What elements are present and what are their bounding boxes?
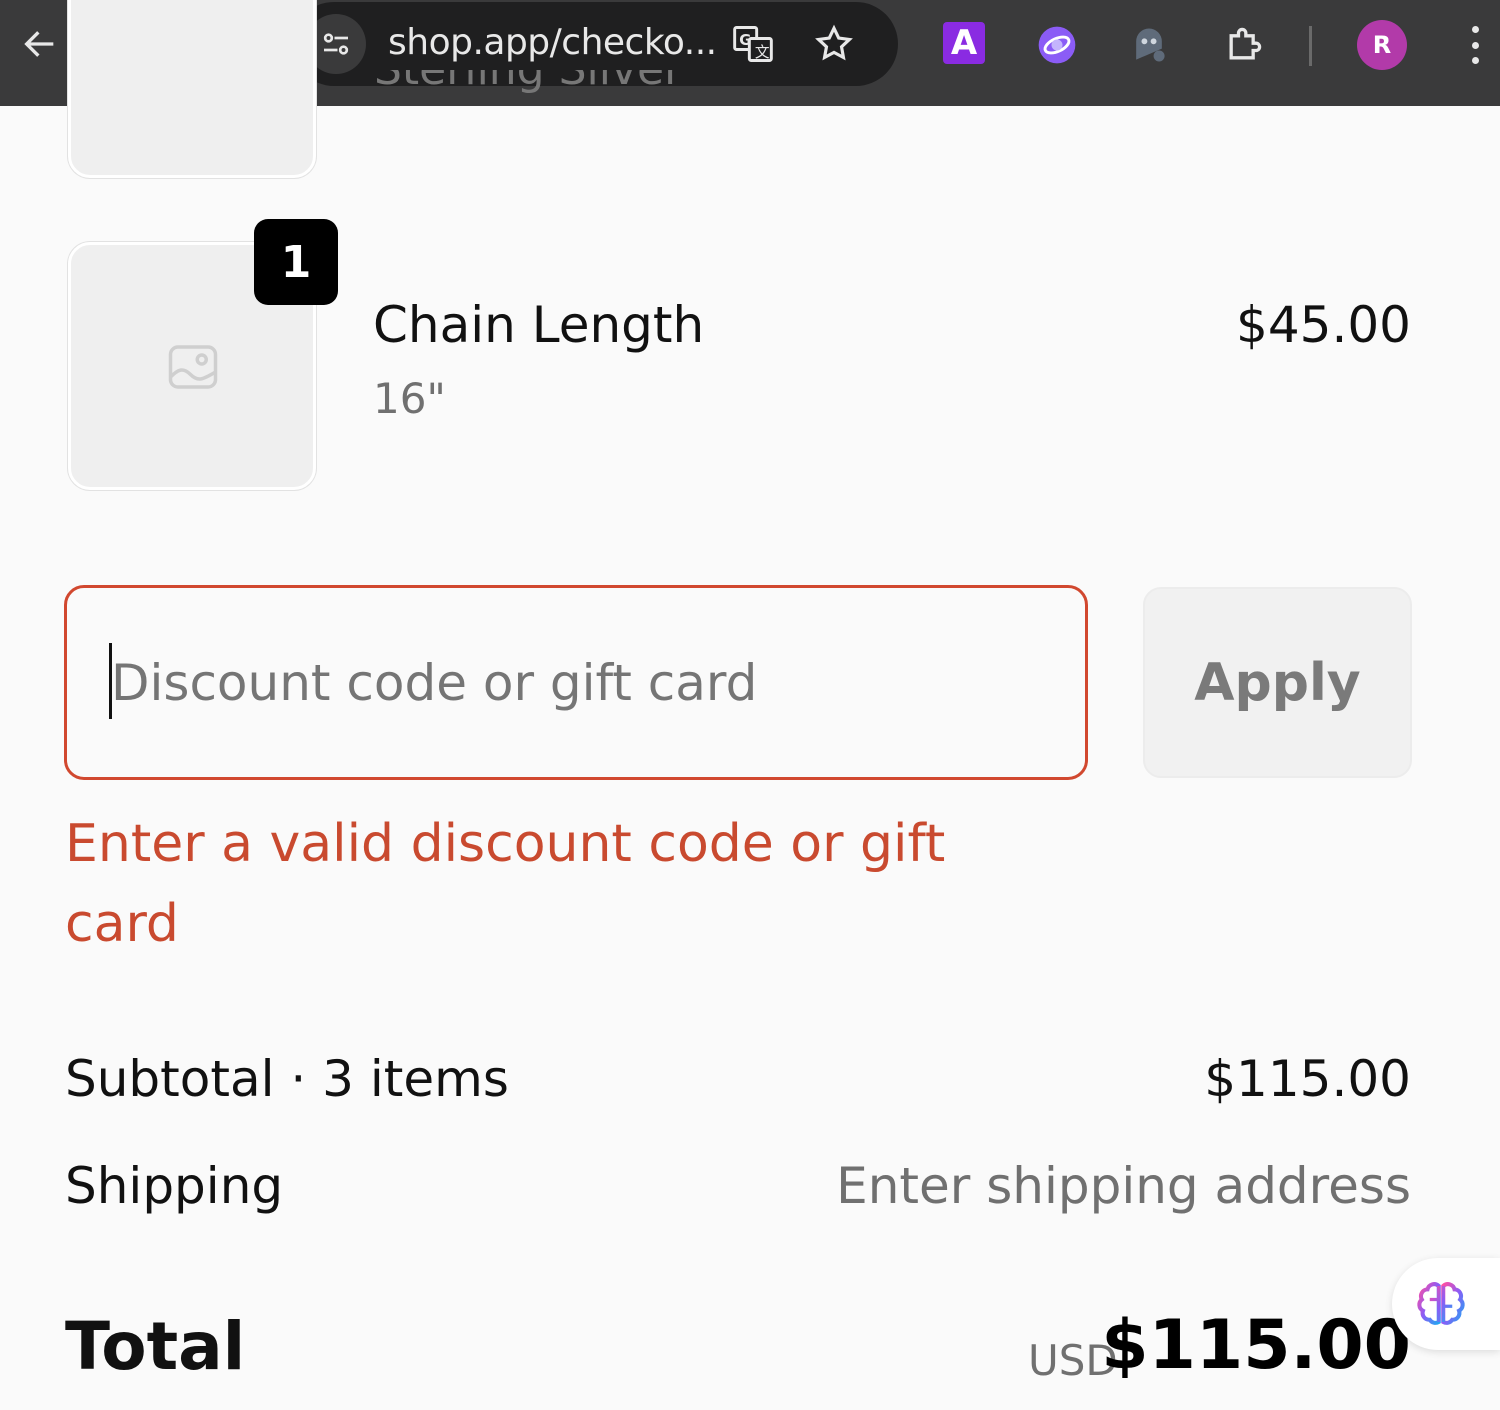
svg-text:文: 文 <box>755 44 770 61</box>
item-price: $45.00 <box>1236 296 1411 354</box>
back-arrow-icon <box>24 31 54 57</box>
profile-avatar[interactable]: R <box>1357 20 1407 70</box>
text-caret <box>109 643 112 719</box>
item-variant: 16" <box>373 374 446 423</box>
svg-text:G: G <box>739 32 751 49</box>
translate-icon: G 文 <box>733 26 773 62</box>
total-label: Total <box>65 1308 246 1385</box>
back-button[interactable] <box>14 18 66 70</box>
profile-initial: R <box>1372 31 1392 59</box>
apply-discount-button[interactable]: Apply <box>1143 587 1412 778</box>
extension-a-button[interactable]: A <box>943 22 985 64</box>
image-placeholder-icon <box>168 345 218 389</box>
toolbar-separator <box>1309 26 1312 66</box>
discount-code-input[interactable] <box>64 585 1088 780</box>
total-value: $115.00 <box>1101 1306 1411 1385</box>
shipping-value: Enter shipping address <box>836 1157 1411 1215</box>
item-name: Chain Length <box>373 296 705 354</box>
extensions-button[interactable] <box>1221 22 1267 68</box>
extension-ghost-button[interactable] <box>1126 22 1172 68</box>
bookmark-star-button[interactable] <box>810 20 858 68</box>
ghost-extension-icon <box>1136 28 1165 62</box>
extension-purple-button[interactable] <box>1034 22 1080 68</box>
previous-item-thumbnail <box>68 0 316 178</box>
star-icon <box>815 24 853 61</box>
previous-item-name: Sterling Silver <box>374 70 682 106</box>
subtotal-label: Subtotal · 3 items <box>65 1050 509 1108</box>
subtotal-value: $115.00 <box>1204 1050 1411 1108</box>
puzzle-piece-icon <box>1229 27 1262 60</box>
tune-icon <box>323 33 349 55</box>
discount-error-message: Enter a valid discount code or gift card <box>65 814 946 954</box>
browser-menu-icon[interactable] <box>1460 22 1490 68</box>
assistant-widget-button[interactable] <box>1392 1258 1500 1350</box>
extension-a-icon: A <box>950 23 978 63</box>
quantity-badge: 1 <box>254 219 338 305</box>
brain-icon <box>1417 1282 1465 1325</box>
url-text[interactable]: shop.app/checko... <box>388 22 717 63</box>
translate-button[interactable]: G 文 <box>729 20 777 68</box>
shipping-label: Shipping <box>65 1157 284 1215</box>
purple-ring-extension-icon <box>1038 26 1076 64</box>
